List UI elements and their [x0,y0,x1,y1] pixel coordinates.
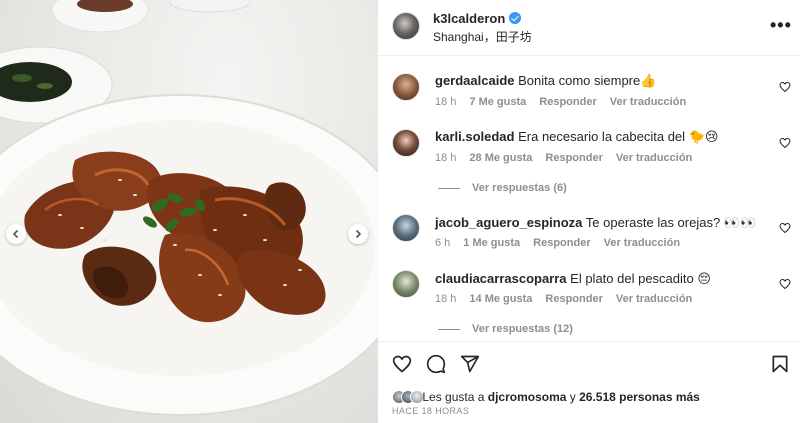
comment-likes[interactable]: 7 Me gusta [469,96,526,108]
paper-plane-icon[interactable] [460,354,480,374]
view-replies-button[interactable]: Ver respuestas (6) [438,182,567,194]
commenter-avatar[interactable] [392,73,420,101]
verified-badge-icon [509,12,522,24]
likes-prefix: Les gusta a [422,390,485,404]
commenter-username[interactable]: claudiacarrascoparra [435,271,567,286]
comment-body: claudiacarrascoparra El plato del pescad… [435,271,711,287]
commenter-username[interactable]: gerdaalcaide [435,73,515,88]
likes-connector: y [569,390,576,404]
comment-text: Te operaste las orejas? 👀👀 [585,215,757,230]
comment-meta: 6 h 1 Me gusta Responder Ver traducción [435,237,693,249]
post-header: k3lcalderon Shanghai，田子坊 ••• [378,0,800,56]
comment-body: jacob_aguero_espinoza Te operaste las or… [435,215,756,231]
food-plate-illustration [0,0,378,416]
translate-button[interactable]: Ver traducción [604,237,680,249]
comment-time[interactable]: 18 h [435,152,456,164]
reply-button[interactable]: Responder [545,293,602,305]
commenter-username[interactable]: jacob_aguero_espinoza [435,215,582,230]
comment-text: Era necesario la cabecita del 🐤😢 [518,129,719,144]
commenter-avatar[interactable] [392,214,420,242]
comment-body: karli.soledad Era necesario la cabecita … [435,129,718,145]
comment-time[interactable]: 18 h [435,96,456,108]
comment-time[interactable]: 6 h [435,237,450,249]
comment-likes[interactable]: 14 Me gusta [469,293,532,305]
comment-meta: 18 h 14 Me gusta Responder Ver traducción [435,293,705,305]
comment-text: Bonita como siempre👍 [518,73,657,88]
chevron-left-icon [12,229,19,239]
reply-button[interactable]: Responder [533,237,590,249]
author-username-row[interactable]: k3lcalderon [433,11,522,26]
next-photo-button[interactable] [348,224,368,244]
post-details-panel: k3lcalderon Shanghai，田子坊 ••• gerdaalcaid… [378,0,800,423]
likes-count[interactable]: 26.518 personas más [579,390,700,404]
comment-likes[interactable]: 1 Me gusta [463,237,520,249]
comment-text: El plato del pescadito 😔 [570,271,711,286]
chevron-right-icon [355,229,362,239]
commenter-username[interactable]: karli.soledad [435,129,514,144]
heart-icon[interactable] [779,81,791,93]
liker-username[interactable]: djcromosoma [488,390,567,404]
reply-button[interactable]: Responder [539,96,596,108]
previous-photo-button[interactable] [6,224,26,244]
more-options-button[interactable]: ••• [770,16,792,34]
reply-button[interactable]: Responder [545,152,602,164]
translate-button[interactable]: Ver traducción [616,152,692,164]
heart-icon[interactable] [779,137,791,149]
comment-body: gerdaalcaide Bonita como siempre👍 [435,73,656,89]
comment-bubble-icon[interactable] [426,354,446,374]
post-timestamp: HACE 18 HORAS [392,406,470,416]
translate-button[interactable]: Ver traducción [610,96,686,108]
heart-icon[interactable] [392,354,412,374]
author-avatar[interactable] [392,12,420,40]
comment-likes[interactable]: 28 Me gusta [469,152,532,164]
view-replies-button[interactable]: Ver respuestas (12) [438,323,573,335]
comment-meta: 18 h 28 Me gusta Responder Ver traducción [435,152,705,164]
commenter-avatar[interactable] [392,129,420,157]
translate-button[interactable]: Ver traducción [616,293,692,305]
post-photo[interactable] [0,0,378,423]
commenter-avatar[interactable] [392,270,420,298]
comment-meta: 18 h 7 Me gusta Responder Ver traducción [435,96,699,108]
heart-icon[interactable] [779,278,791,290]
likes-summary[interactable]: Les gusta a djcromosoma y 26.518 persona… [392,390,700,404]
post-location[interactable]: Shanghai，田子坊 [433,28,532,45]
comment-time[interactable]: 18 h [435,293,456,305]
bookmark-icon[interactable] [770,354,790,374]
heart-icon[interactable] [779,222,791,234]
author-username[interactable]: k3lcalderon [433,11,505,26]
comments-list[interactable]: gerdaalcaide Bonita como siempre👍 18 h 7 … [378,56,800,341]
